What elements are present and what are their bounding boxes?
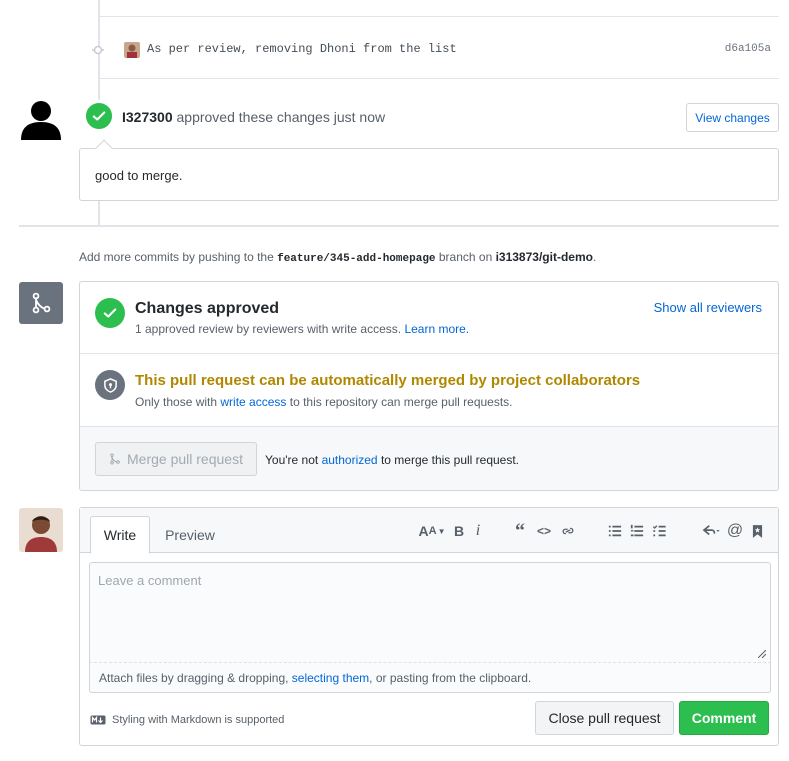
approved-subtitle-text: 1 approved review by reviewers with writ… [135,322,405,336]
git-merge-icon [110,453,120,465]
protected-status-icon [95,370,125,400]
not-authorized-suffix: to merge this pull request. [377,453,520,467]
push-hint-middle: branch on [435,250,496,264]
italic-icon[interactable]: i [472,522,484,540]
commit-message[interactable]: As per review, removing Dhoni from the l… [147,42,457,56]
code-icon[interactable]: <> [536,522,552,540]
changes-approved-title: Changes approved [135,300,280,317]
bookmark-icon[interactable] [750,522,764,540]
auto-merge-subtitle-prefix: Only those with [135,395,221,409]
commit-icon [92,45,104,55]
comment-caret [95,139,113,157]
text-size-icon[interactable]: A A ▼ [418,522,446,540]
markdown-note-text: Styling with Markdown is supported [112,714,285,726]
comment-form: Write Preview A A ▼ B i “ <> @ Leave a com… [79,507,779,746]
markdown-note[interactable]: Styling with Markdown is supported [90,714,284,726]
not-authorized-prefix: You're not [265,453,322,467]
auto-merge-subtitle-suffix: to this repository can merge pull reques… [286,395,513,409]
approved-status-icon [95,298,125,328]
resize-handle-icon[interactable] [758,650,766,658]
ordered-list-icon[interactable] [629,522,645,540]
shield-lock-icon [103,377,117,393]
commit-row: As per review, removing Dhoni from the l… [80,38,779,62]
learn-more-link[interactable]: Learn more. [404,322,469,336]
markdown-icon [90,715,106,725]
not-authorized-message: You're not authorized to merge this pull… [265,453,519,467]
authorized-link[interactable]: authorized [322,453,378,467]
merge-pull-request-button[interactable]: Merge pull request [95,442,257,476]
write-access-link[interactable]: write access [220,395,286,409]
auto-merge-subtitle: Only those with write access to this rep… [135,395,513,409]
review-summary: I327300 approved these changes just now [122,109,385,125]
show-all-reviewers-link[interactable]: Show all reviewers [654,300,762,315]
comment-tabs: Write Preview A A ▼ B i “ <> @ [80,508,778,554]
attach-suffix: , or pasting from the clipboard. [369,671,532,685]
merge-button-label: Merge pull request [127,451,243,467]
comment-button[interactable]: Comment [679,701,769,735]
reviewer-avatar[interactable] [20,98,62,140]
bold-icon[interactable]: B [452,522,466,540]
commit-sha[interactable]: d6a105a [725,43,771,55]
push-hint-suffix: . [592,250,597,264]
repo-name[interactable]: i313873/git-demo [496,250,593,264]
approved-badge [84,101,114,131]
push-hint-prefix: Add more commits by pushing to the [79,250,278,264]
mention-icon[interactable]: @ [727,522,743,540]
person-icon [21,101,61,140]
branch-name: feature/345-add-homepage [277,253,436,265]
reply-icon[interactable] [700,522,722,540]
review-action: approved these changes just now [176,109,386,125]
task-list-icon[interactable] [650,522,668,540]
divider [100,78,779,79]
tab-write[interactable]: Write [90,516,150,554]
timeline-line [98,200,100,226]
attach-prefix: Attach files by dragging & dropping, [99,671,292,685]
reviewer-name[interactable]: I327300 [122,109,173,125]
comment-input[interactable]: Leave a comment [89,562,771,662]
merge-status-icon [19,282,63,324]
merge-footer: Merge pull request You're not authorized… [80,426,778,490]
merge-box: Changes approved 1 approved review by re… [79,281,779,491]
review-comment: good to merge. [79,139,779,201]
select-files-link[interactable]: selecting them [292,671,369,685]
divider [19,225,779,227]
comment-placeholder: Leave a comment [98,573,202,588]
quote-icon[interactable]: “ [512,520,528,542]
close-pull-request-button[interactable]: Close pull request [535,701,674,735]
commit-author-avatar[interactable] [124,42,140,58]
divider [80,353,778,354]
current-user-avatar[interactable] [19,508,63,552]
review-comment-body: good to merge. [95,168,183,183]
git-merge-icon [32,292,51,314]
divider [100,16,779,17]
push-hint: Add more commits by pushing to the featu… [79,250,596,265]
view-changes-button[interactable]: View changes [686,103,779,132]
link-icon[interactable] [559,522,577,540]
unordered-list-icon[interactable] [607,522,623,540]
check-icon [92,111,106,121]
attach-files-bar[interactable]: Attach files by dragging & dropping, sel… [89,662,771,693]
tab-preview[interactable]: Preview [156,516,224,554]
auto-merge-title: This pull request can be automatically m… [135,372,641,389]
approved-subtitle: 1 approved review by reviewers with writ… [135,322,469,336]
check-icon [103,308,117,318]
